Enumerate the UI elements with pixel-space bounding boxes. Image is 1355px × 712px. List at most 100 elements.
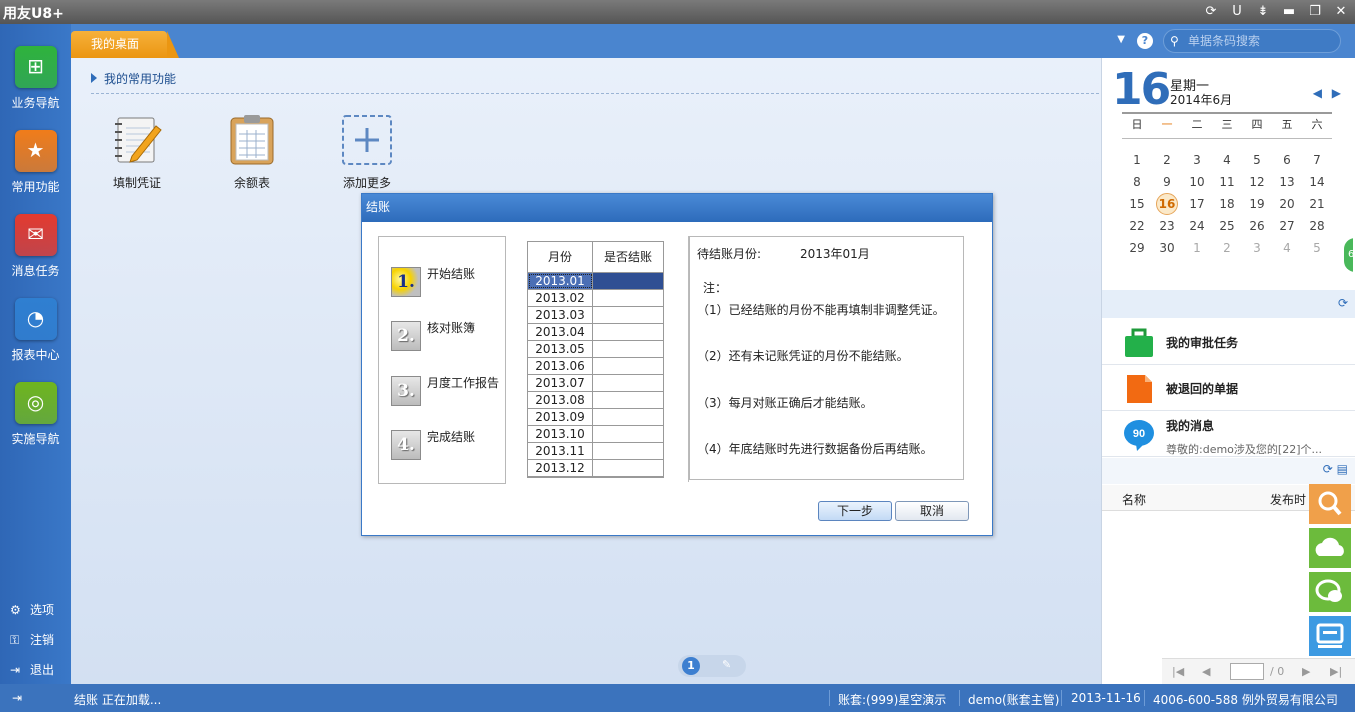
table-row[interactable]: 2013.02 (528, 290, 663, 307)
shortcut-fill-voucher[interactable]: 填制凭证 (97, 114, 177, 191)
clipboard-icon (227, 114, 277, 166)
calendar-day[interactable]: 3 (1242, 237, 1272, 259)
chat-button[interactable] (1309, 572, 1351, 612)
nav-item-1[interactable]: ★ 常用功能 (0, 130, 71, 195)
app-logo: 用友U8+ (3, 6, 64, 22)
help-icon[interactable]: ? (1137, 33, 1153, 49)
calendar-week: 22 23 24 25 26 27 28 (1122, 215, 1332, 237)
calendar-day[interactable]: 4 (1272, 237, 1302, 259)
shortcut-label: 填制凭证 (112, 176, 161, 190)
page-1-button[interactable]: 1 (682, 657, 700, 675)
feedback-button[interactable] (1309, 616, 1351, 656)
u-icon[interactable]: U (1229, 2, 1245, 22)
table-row[interactable]: 2013.01 (528, 273, 663, 290)
calendar-day[interactable]: 25 (1212, 215, 1242, 237)
calendar-day[interactable]: 1 (1122, 149, 1152, 171)
calendar-day[interactable]: 28 (1302, 215, 1332, 237)
calendar-day[interactable]: 27 (1272, 215, 1302, 237)
calendar-day[interactable]: 23 (1152, 215, 1182, 237)
shortcut-add-more[interactable]: 添加更多 (327, 114, 407, 191)
table-row[interactable]: 2013.10 (528, 426, 663, 443)
calendar-day[interactable]: 15 (1122, 193, 1152, 215)
section-title[interactable]: 我的常用功能 (91, 70, 176, 87)
next-month-icon[interactable]: ▶ (1332, 86, 1341, 100)
cloud-button[interactable] (1309, 528, 1351, 568)
prev-month-icon[interactable]: ◀ (1313, 86, 1322, 100)
table-row[interactable]: 2013.08 (528, 392, 663, 409)
nav-item-3[interactable]: ◔ 报表中心 (0, 298, 71, 363)
nav-item-2[interactable]: ✉ 消息任务 (0, 214, 71, 279)
tab-my-desktop[interactable]: 我的桌面 (71, 31, 179, 58)
calendar-day[interactable]: 13 (1272, 171, 1302, 193)
calendar-day[interactable]: 12 (1242, 171, 1272, 193)
calendar-day[interactable]: 5 (1302, 237, 1332, 259)
calendar-day[interactable]: 14 (1302, 171, 1332, 193)
calendar-day[interactable]: 4 (1212, 149, 1242, 171)
next-step-button[interactable]: 下一步 (818, 501, 892, 521)
closed-cell (593, 358, 663, 374)
calendar-day[interactable]: 19 (1242, 193, 1272, 215)
calendar-day[interactable]: 20 (1272, 193, 1302, 215)
close-icon[interactable]: ✕ (1333, 2, 1349, 22)
menu-icon[interactable]: ⇟ (1255, 2, 1271, 22)
last-page-icon[interactable]: ▶| (1330, 665, 1342, 678)
bottom-nav-item-2[interactable]: ⇥ 退出 (10, 661, 54, 678)
table-row[interactable]: 2013.12 (528, 460, 663, 477)
task-my-messages[interactable]: 90 我的消息 尊敬的:demo涉及您的[22]个... (1102, 411, 1355, 457)
calendar-day[interactable]: 18 (1212, 193, 1242, 215)
shortcut-balance-sheet[interactable]: 余额表 (212, 114, 292, 191)
calendar-day[interactable]: 1 (1182, 237, 1212, 259)
task-subtitle: 尊敬的:demo涉及您的[22]个... (1166, 443, 1322, 456)
nav-item-4[interactable]: ◎ 实施导航 (0, 382, 71, 447)
table-row[interactable]: 2013.07 (528, 375, 663, 392)
calendar-day[interactable]: 26 (1242, 215, 1272, 237)
collapse-icon[interactable]: ⇥ (12, 691, 22, 705)
closed-cell (593, 375, 663, 391)
next-page-icon[interactable]: ▶ (1302, 665, 1310, 678)
nav-item-0[interactable]: ⊞ 业务导航 (0, 46, 71, 111)
calendar-day[interactable]: 29 (1122, 237, 1152, 259)
table-row[interactable]: 2013.06 (528, 358, 663, 375)
calendar-day[interactable]: 2 (1212, 237, 1242, 259)
table-row[interactable]: 2013.11 (528, 443, 663, 460)
wrench-icon[interactable]: ✎ (722, 658, 731, 671)
table-row[interactable]: 2013.05 (528, 341, 663, 358)
first-page-icon[interactable]: |◀ (1172, 665, 1184, 678)
calendar-day[interactable]: 2 (1152, 149, 1182, 171)
month-cell: 2013.07 (528, 375, 593, 391)
magnifier-button[interactable] (1309, 484, 1351, 524)
bottom-nav-item-1[interactable]: ⚿ 注销 (10, 631, 54, 648)
task-approval[interactable]: 我的审批任务 (1102, 319, 1355, 365)
calendar-day[interactable]: 24 (1182, 215, 1212, 237)
calendar-day[interactable]: 3 (1182, 149, 1212, 171)
refresh-icon[interactable]: ⟳ (1338, 296, 1348, 310)
calendar-day[interactable]: 22 (1122, 215, 1152, 237)
calendar-day[interactable]: 17 (1182, 193, 1212, 215)
table-row[interactable]: 2013.03 (528, 307, 663, 324)
calendar-day[interactable]: 8 (1122, 171, 1152, 193)
table-row[interactable]: 2013.04 (528, 324, 663, 341)
calendar-day[interactable]: 10 (1182, 171, 1212, 193)
table-row[interactable]: 2013.09 (528, 409, 663, 426)
calendar-day[interactable]: 9 (1152, 171, 1182, 193)
dropdown-icon[interactable]: ▼ (1117, 34, 1125, 45)
bottom-nav-item-0[interactable]: ⚙ 选项 (10, 601, 54, 618)
task-returned-documents[interactable]: 被退回的单据 (1102, 365, 1355, 411)
cancel-button[interactable]: 取消 (895, 501, 969, 521)
page-input[interactable] (1230, 663, 1264, 680)
search-input[interactable]: ⚲ 单据条码搜索 (1163, 29, 1341, 53)
closed-cell (593, 324, 663, 340)
calendar-day[interactable]: 5 (1242, 149, 1272, 171)
calendar-day[interactable]: 7 (1302, 149, 1332, 171)
prev-page-icon[interactable]: ◀ (1202, 665, 1210, 678)
calendar-day[interactable]: 6 (1272, 149, 1302, 171)
restore-icon[interactable]: ❐ (1307, 2, 1323, 22)
side-edge-badge[interactable]: 6 (1342, 236, 1355, 274)
calendar-today[interactable]: 16 (1152, 193, 1182, 215)
minimize-icon[interactable]: ▬ (1281, 2, 1297, 22)
calendar-day[interactable]: 21 (1302, 193, 1332, 215)
calendar-day[interactable]: 11 (1212, 171, 1242, 193)
refresh-icon[interactable]: ⟳ (1203, 2, 1219, 22)
calendar-day[interactable]: 30 (1152, 237, 1182, 259)
refresh-icon[interactable]: ⟳ ▤ (1323, 462, 1348, 476)
